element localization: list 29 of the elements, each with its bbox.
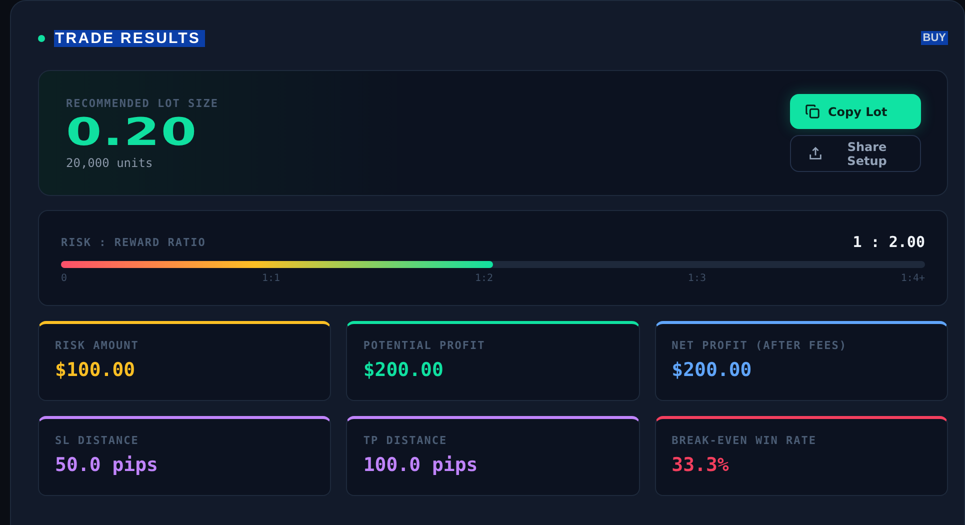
tick-label: 1:4+: [900, 273, 925, 284]
tick-label: 1:2: [474, 273, 493, 284]
metric-label: SL DISTANCE: [55, 434, 140, 447]
panel-title: TRADE RESULTS: [54, 30, 205, 46]
status-dot-icon: [38, 34, 45, 42]
direction-badge: BUY: [920, 31, 948, 45]
tick-label: 0: [61, 273, 68, 284]
metric-value: 33.3%: [672, 454, 730, 476]
copy-icon: [805, 104, 820, 119]
ratio-reading: 1 : 2.00: [852, 233, 925, 251]
metric-value: $200.00: [672, 359, 753, 381]
metric-value: 100.0 pips: [363, 454, 479, 476]
metric-value: $100.00: [55, 359, 136, 381]
metric-value: $200.00: [363, 359, 444, 381]
share-icon: [808, 146, 823, 161]
share-setup-button[interactable]: Share Setup: [790, 135, 921, 172]
ratio-label: RISK : REWARD RATIO: [61, 236, 206, 248]
metric-label: POTENTIAL PROFIT: [363, 339, 486, 352]
metric-label: BREAK-EVEN WIN RATE: [672, 434, 818, 447]
tick-label: 1:3: [688, 273, 706, 284]
lot-size-value: 0.20: [66, 112, 199, 152]
metric-label: TP DISTANCE: [363, 434, 448, 447]
metric-label: NET PROFIT (AFTER FEES): [672, 339, 848, 352]
lot-size-label: RECOMMENDED LOT SIZE: [66, 96, 218, 110]
units-text: 20,000 units: [66, 156, 154, 170]
metric-value: 50.0 pips: [55, 454, 159, 476]
metric-label: RISK AMOUNT: [55, 339, 140, 352]
tick-label: 1:1: [262, 273, 280, 284]
copy-lot-button[interactable]: Copy Lot: [790, 94, 921, 129]
